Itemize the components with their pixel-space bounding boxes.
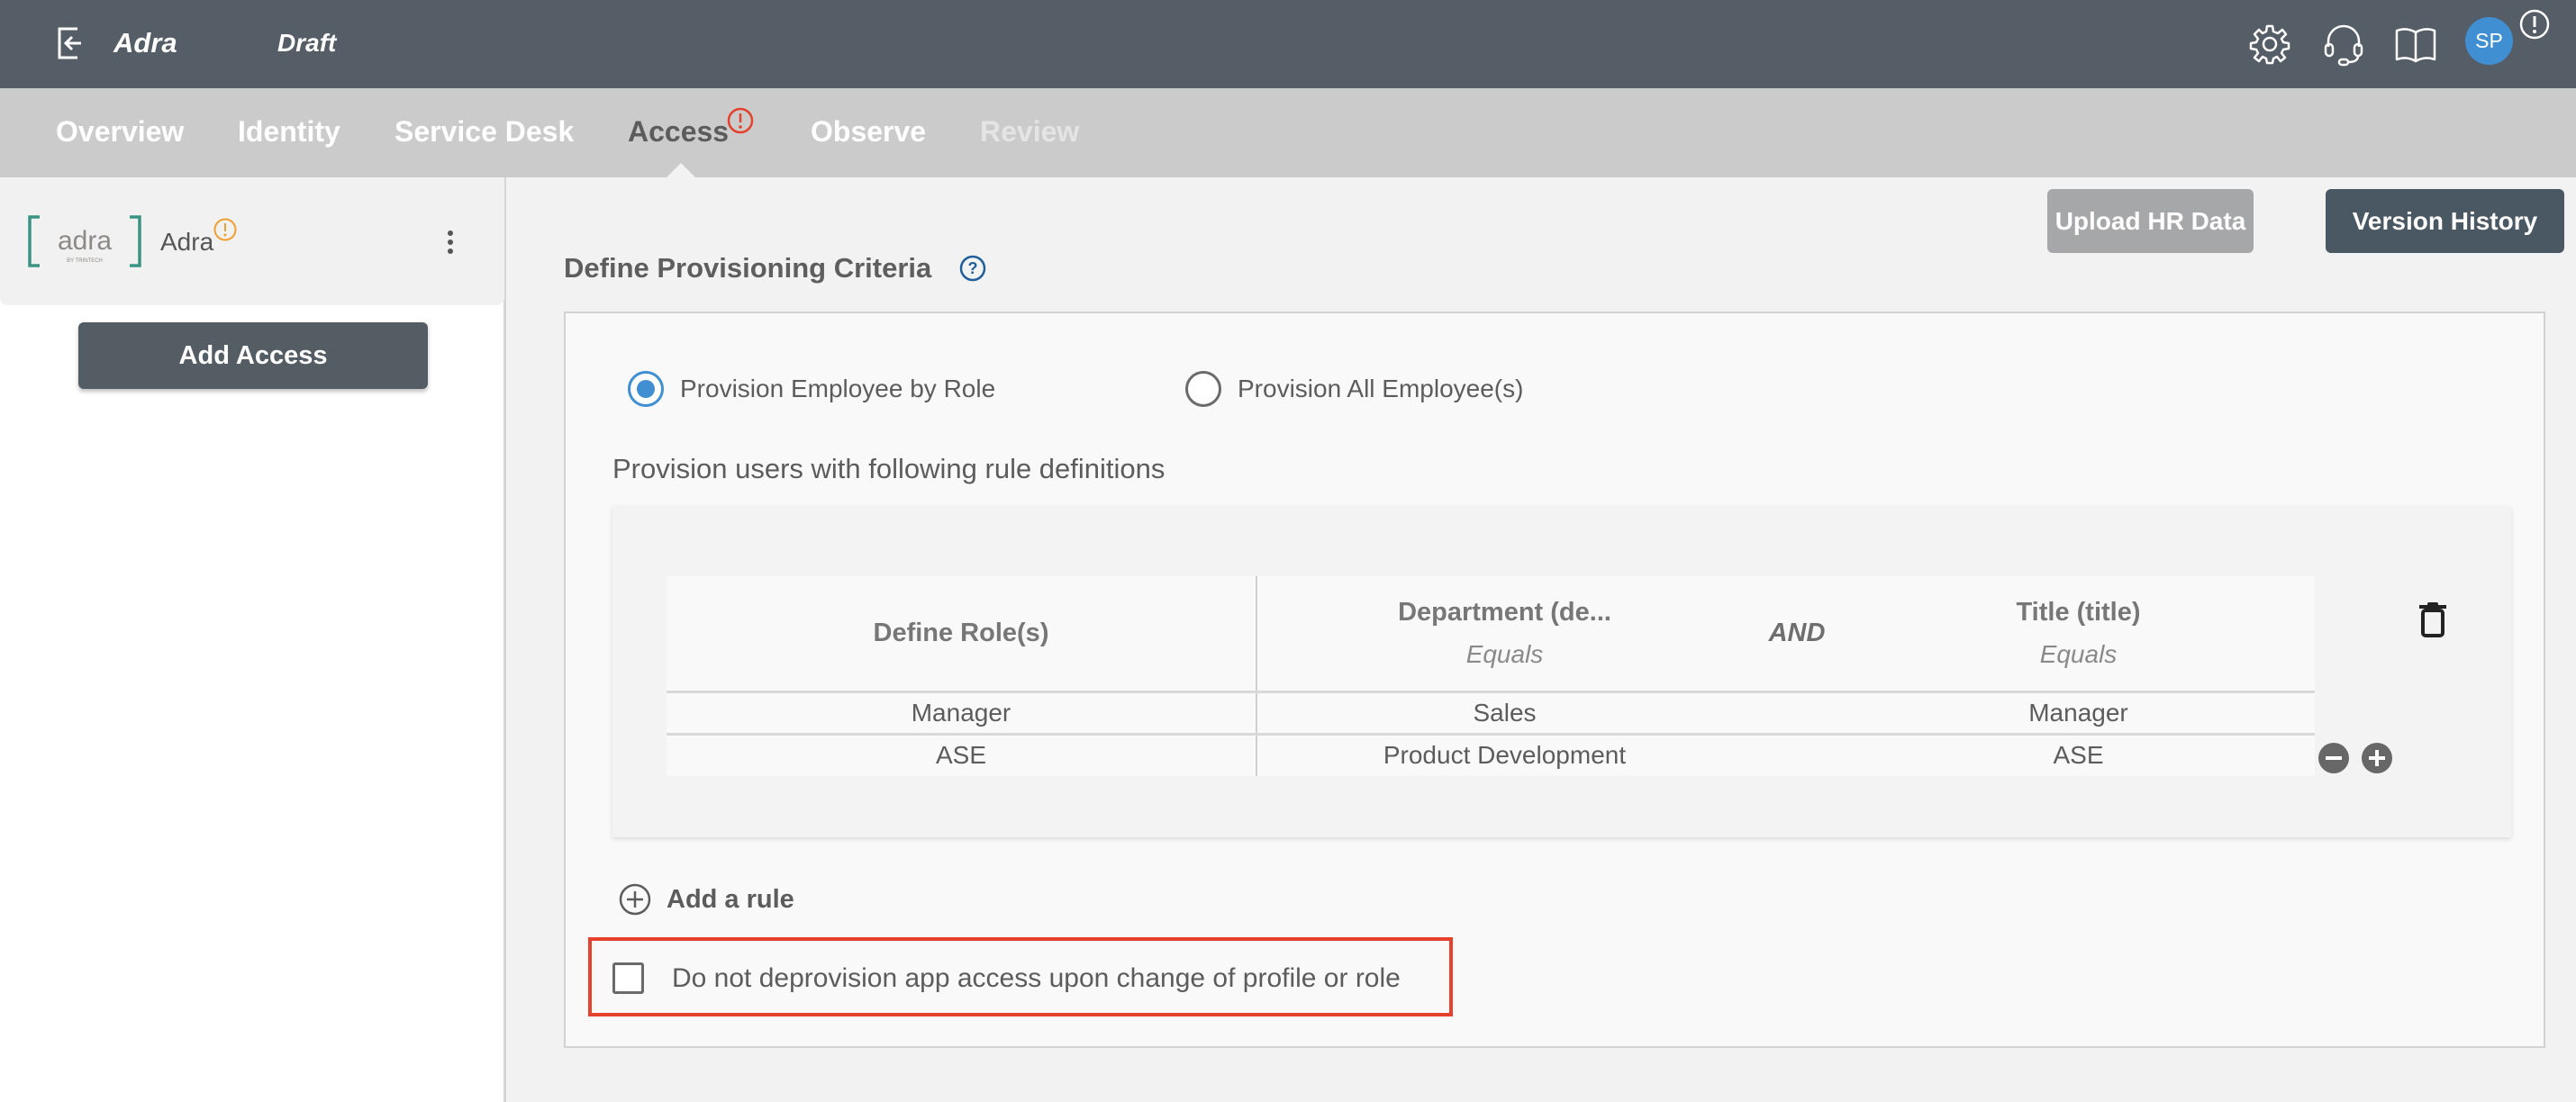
radio-button-unchecked[interactable] xyxy=(1185,371,1221,407)
status-label: Draft xyxy=(277,29,337,57)
department-operator: Equals xyxy=(1465,639,1544,668)
cell-role[interactable]: Manager xyxy=(667,691,1257,736)
cell-department[interactable]: Product Development xyxy=(1256,734,1752,776)
exit-arrow-icon[interactable] xyxy=(54,25,90,61)
svg-text:adra: adra xyxy=(58,226,112,256)
cell-department[interactable]: Sales xyxy=(1256,691,1752,736)
gear-icon[interactable] xyxy=(2247,22,2292,67)
trash-icon[interactable] xyxy=(2419,601,2446,637)
deprovision-checkbox[interactable] xyxy=(612,962,644,994)
rule-table-header: Define Role(s) Department (de... Equals … xyxy=(667,576,2315,693)
top-header: Adra Draft SP xyxy=(0,0,2576,88)
cell-title[interactable]: Manager xyxy=(1842,691,2315,736)
version-history-button[interactable]: Version History xyxy=(2326,189,2564,253)
rule-table: Define Role(s) Department (de... Equals … xyxy=(667,576,2315,776)
svg-text:BY TRINTECH: BY TRINTECH xyxy=(67,258,103,264)
radio-label: Provision Employee by Role xyxy=(680,375,996,402)
headset-icon[interactable] xyxy=(2321,22,2366,67)
adra-logo: adra BY TRINTECH xyxy=(28,215,141,267)
title-operator: Equals xyxy=(2039,639,2118,668)
tab-observe[interactable]: Observe xyxy=(811,115,926,149)
deprovision-checkbox-label[interactable]: Do not deprovision app access upon chang… xyxy=(672,963,1401,994)
svg-text:?: ? xyxy=(968,259,978,277)
sidebar: adra BY TRINTECH Adra Add Access xyxy=(0,177,506,1102)
radio-provision-all[interactable]: Provision All Employee(s) xyxy=(1185,371,1523,407)
radio-provision-by-role[interactable]: Provision Employee by Role xyxy=(628,371,995,407)
header-department[interactable]: Department (de... Equals xyxy=(1256,576,1752,693)
header-define-roles: Define Role(s) xyxy=(667,576,1257,693)
table-row: Manager Sales Manager xyxy=(667,691,2315,736)
add-rule-button[interactable]: Add a rule xyxy=(618,882,794,917)
app-card[interactable]: adra BY TRINTECH Adra xyxy=(0,177,504,305)
radio-button-checked[interactable] xyxy=(628,371,664,407)
tab-review: Review xyxy=(980,115,1080,148)
tab-identity[interactable]: Identity xyxy=(238,115,340,149)
app-name: Adra xyxy=(160,228,214,256)
header-title[interactable]: Title (title) Equals xyxy=(1842,576,2315,693)
conjunction-label: AND xyxy=(1752,576,1842,693)
active-tab-indicator xyxy=(667,163,695,177)
user-avatar[interactable]: SP xyxy=(2465,17,2513,65)
tab-service-desk[interactable]: Service Desk xyxy=(395,115,574,149)
add-rule-label: Add a rule xyxy=(667,884,794,914)
remove-row-button[interactable] xyxy=(2318,743,2349,773)
tab-overview[interactable]: Overview xyxy=(56,115,184,149)
add-access-button[interactable]: Add Access xyxy=(78,322,428,389)
cell-spacer xyxy=(1752,734,1842,776)
upload-hr-data-button[interactable]: Upload HR Data xyxy=(2047,189,2254,253)
cell-title[interactable]: ASE xyxy=(1842,734,2315,776)
alert-circle-icon[interactable] xyxy=(2518,8,2551,41)
book-icon[interactable] xyxy=(2393,22,2438,67)
rules-caption: Provision users with following rule defi… xyxy=(612,453,1166,484)
more-options-icon[interactable] xyxy=(438,229,463,256)
cell-spacer xyxy=(1752,691,1842,736)
radio-label: Provision All Employee(s) xyxy=(1238,375,1524,402)
tab-alert-icon xyxy=(727,107,754,134)
cell-role[interactable]: ASE xyxy=(667,734,1257,776)
tab-access[interactable]: Access xyxy=(628,115,729,149)
app-title: Adra xyxy=(113,27,177,59)
warning-icon xyxy=(213,218,237,241)
table-row: ASE Product Development ASE xyxy=(667,734,2315,776)
plus-circle-icon xyxy=(619,883,651,916)
nav-bar: Overview Identity Service Desk Access Ob… xyxy=(0,88,2576,253)
help-icon[interactable]: ? xyxy=(958,254,987,283)
section-title: Define Provisioning Criteria xyxy=(564,252,932,284)
add-row-button[interactable] xyxy=(2362,743,2392,773)
